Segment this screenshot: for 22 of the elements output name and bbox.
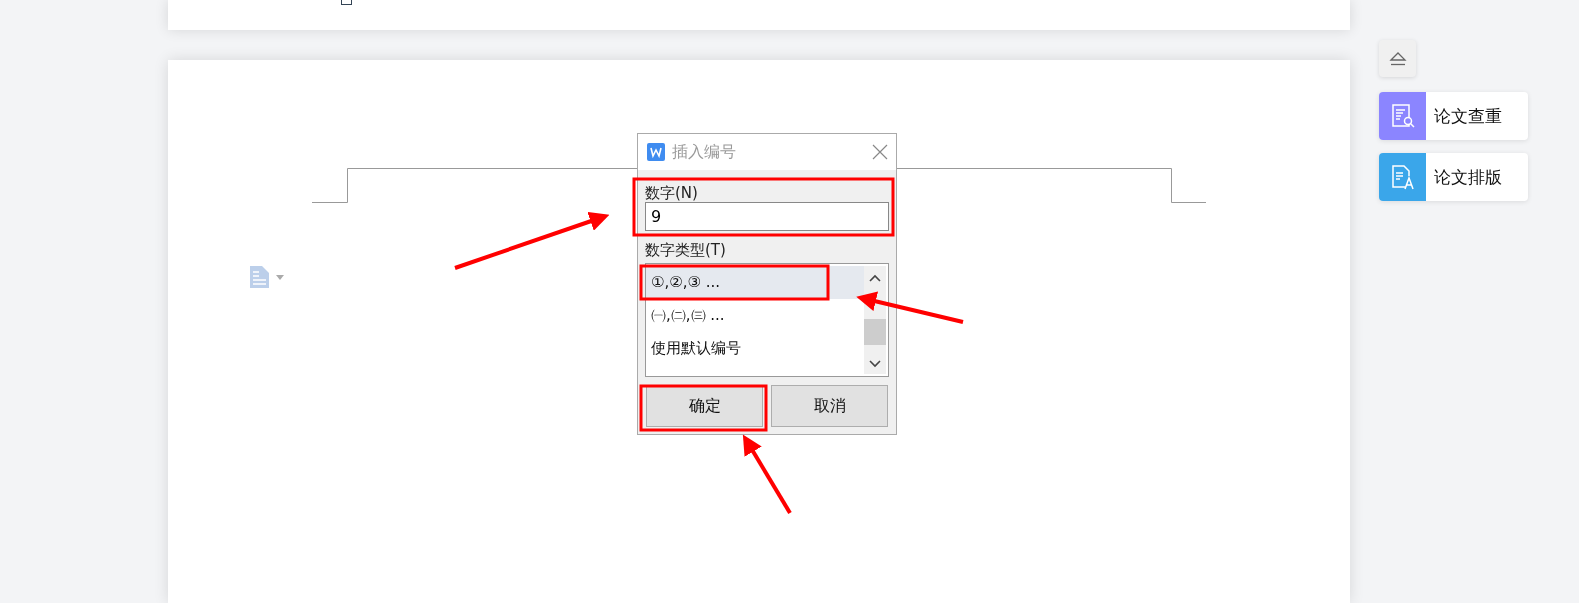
scroll-up-icon[interactable] [869,274,881,282]
scroll-down-icon[interactable] [869,360,881,368]
tool-button[interactable]: 论文排版 [1379,153,1528,201]
list-item[interactable]: 使用默认编号 [646,332,864,365]
list-item[interactable]: ㈠,㈡,㈢ ... [646,299,864,332]
dropdown-caret-icon[interactable] [276,274,284,280]
scroll-thumb[interactable] [864,319,886,345]
document-search-icon [1389,103,1416,129]
eject-icon [1388,51,1407,66]
number-input-field[interactable]: 9 [645,202,889,231]
cursor-mark-icon [341,0,352,5]
field-label: 数字(N) [645,184,699,202]
tool-button[interactable]: 论文查重 [1379,92,1528,140]
dialog-button[interactable]: 取消 [771,385,888,427]
document-letter-icon [1389,164,1416,190]
close-icon[interactable] [872,144,888,160]
scrollbar[interactable] [864,266,886,374]
dialog-button[interactable]: 确定 [646,385,763,427]
dialog-title: 插入编号 [672,141,737,163]
field-label: 数字类型(T) [645,241,727,259]
collapse-button[interactable] [1379,40,1416,77]
app-logo-icon [647,143,665,161]
